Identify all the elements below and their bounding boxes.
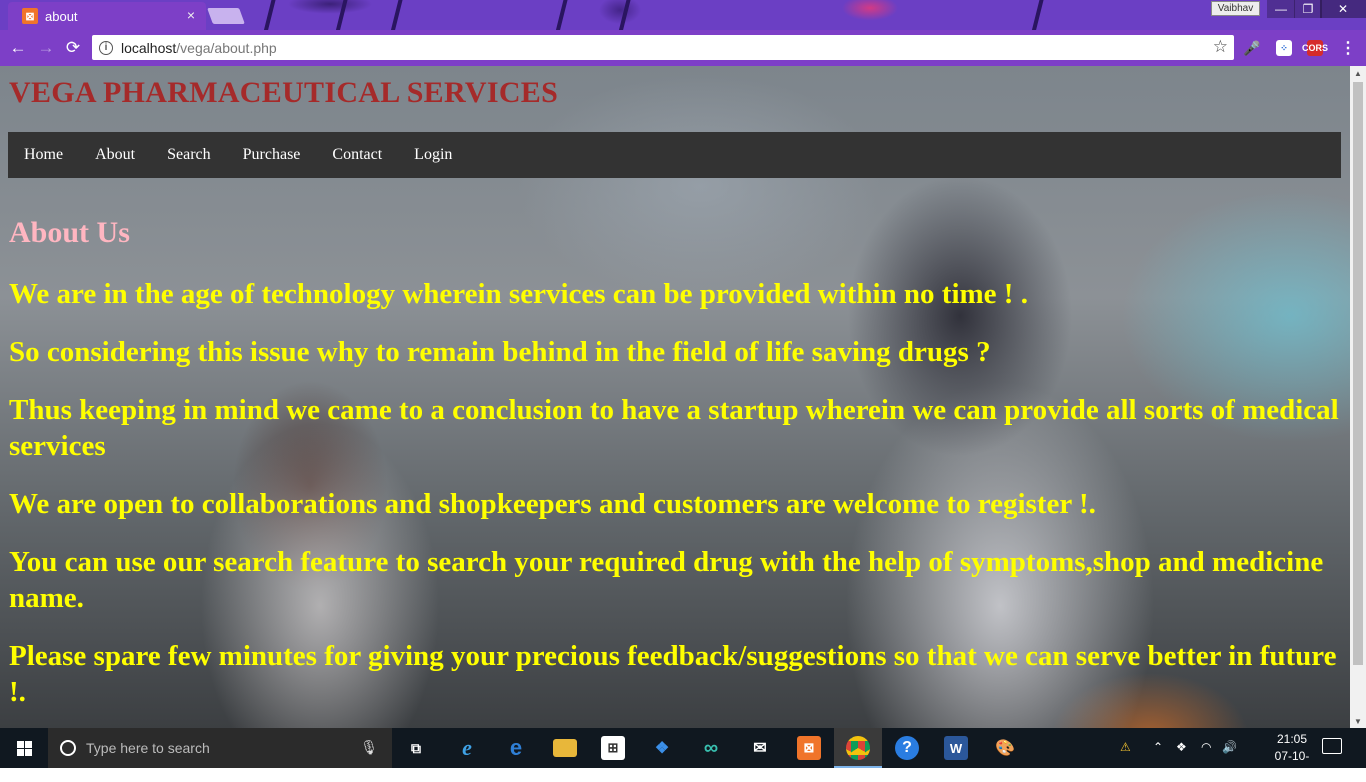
profile-button[interactable]: Vaibhav bbox=[1211, 1, 1260, 16]
paint-icon[interactable]: 🎨 bbox=[993, 736, 1017, 760]
menu-icon[interactable]: ⋮ bbox=[1340, 40, 1356, 57]
nav-about[interactable]: About bbox=[79, 132, 151, 178]
search-placeholder: Type here to search bbox=[86, 740, 210, 756]
about-paragraph: Please spare few minutes for giving your… bbox=[9, 640, 1337, 708]
wallpaper-decoration bbox=[390, 0, 404, 30]
tab-title: about bbox=[45, 8, 78, 24]
clock-date: 07-10-2017 bbox=[1274, 749, 1310, 780]
browser-toolbar: ← → ⟳ i localhost/vega/about.php ☆ 🎤 ⁘ C… bbox=[0, 30, 1366, 66]
scroll-up-icon[interactable]: ▲ bbox=[1350, 66, 1366, 80]
about-paragraph: So considering this issue why to remain … bbox=[9, 336, 991, 368]
start-button[interactable] bbox=[0, 728, 48, 768]
windows-update-icon[interactable]: ⚠ bbox=[1120, 740, 1131, 754]
main-navbar: Home About Search Purchase Contact Login bbox=[8, 132, 1341, 178]
scrollbar-thumb[interactable] bbox=[1353, 82, 1363, 665]
clock-time: 21:05 bbox=[1276, 732, 1308, 746]
windows-logo-icon bbox=[16, 740, 32, 756]
nav-home[interactable]: Home bbox=[8, 132, 79, 178]
xampp-icon[interactable]: ⊠ bbox=[797, 736, 821, 760]
wallpaper-decoration bbox=[618, 0, 632, 30]
page-viewport: VEGA PHARMACEUTICAL SERVICES Home About … bbox=[0, 66, 1350, 728]
wallpaper-decoration bbox=[555, 0, 569, 30]
chrome-icon[interactable] bbox=[846, 736, 870, 760]
store-icon[interactable]: ⊞ bbox=[601, 736, 625, 760]
wallpaper-decoration bbox=[335, 0, 349, 30]
url-path: /vega/about.php bbox=[176, 39, 277, 56]
minimize-button[interactable]: — bbox=[1267, 0, 1295, 18]
about-paragraph: We are open to collaborations and shopke… bbox=[9, 488, 1096, 520]
help-icon[interactable]: ? bbox=[895, 736, 919, 760]
wallpaper-decoration bbox=[263, 0, 277, 30]
forward-button[interactable]: → bbox=[36, 38, 56, 58]
nav-search[interactable]: Search bbox=[151, 132, 227, 178]
back-button[interactable]: ← bbox=[8, 38, 28, 58]
tab-close-icon[interactable]: × bbox=[187, 7, 195, 23]
close-window-button[interactable]: ✕ bbox=[1320, 0, 1366, 18]
new-tab-button[interactable] bbox=[207, 8, 245, 24]
windows-taskbar: Type here to search 🎙 ⧉ e e ⊞ ❖ ∞ ✉ ⊠ ? … bbox=[0, 728, 1366, 780]
cortana-icon bbox=[60, 740, 76, 756]
wallpaper-decoration bbox=[1031, 0, 1045, 30]
nav-contact[interactable]: Contact bbox=[316, 132, 398, 178]
about-heading: About Us bbox=[9, 216, 130, 249]
taskbar-clock[interactable]: 21:05 07-10-2017 bbox=[1262, 731, 1322, 782]
cors-icon[interactable]: CORS bbox=[1302, 40, 1328, 56]
dropbox-icon[interactable]: ⁘ bbox=[1276, 40, 1292, 56]
word-icon[interactable]: W bbox=[944, 736, 968, 760]
volume-icon[interactable]: 🔊 bbox=[1222, 740, 1237, 754]
task-view-icon[interactable]: ⧉ bbox=[404, 736, 428, 760]
infinity-icon[interactable]: ∞ bbox=[699, 736, 723, 760]
about-paragraph: You can use our search feature to search… bbox=[9, 546, 1324, 614]
action-center-icon[interactable] bbox=[1322, 738, 1342, 754]
internet-explorer-icon[interactable]: e bbox=[455, 735, 479, 760]
dropbox-tray-icon[interactable]: ❖ bbox=[1176, 740, 1187, 754]
nav-login[interactable]: Login bbox=[398, 132, 468, 178]
mic-icon[interactable]: 🎤 bbox=[1243, 40, 1260, 56]
mail-icon[interactable]: ✉ bbox=[748, 736, 772, 760]
edge-icon[interactable]: e bbox=[504, 735, 528, 760]
site-info-icon[interactable]: i bbox=[99, 40, 113, 55]
browser-tab[interactable]: ⊠ about × bbox=[8, 2, 206, 30]
taskbar-search[interactable]: Type here to search 🎙 bbox=[48, 728, 392, 768]
show-hidden-icons-icon[interactable]: ⌃ bbox=[1153, 740, 1163, 754]
xampp-favicon-icon: ⊠ bbox=[22, 8, 38, 24]
page-scrollbar[interactable]: ▲ ▼ bbox=[1350, 66, 1366, 728]
about-paragraph: We are in the age of technology wherein … bbox=[9, 278, 1028, 310]
nav-purchase[interactable]: Purchase bbox=[227, 132, 317, 178]
file-explorer-icon[interactable] bbox=[553, 739, 577, 757]
wifi-icon[interactable]: ◠ bbox=[1201, 740, 1211, 754]
bookmark-star-icon[interactable]: ☆ bbox=[1213, 37, 1228, 57]
restore-button[interactable]: ❐ bbox=[1294, 0, 1322, 18]
about-content: We are in the age of technology wherein … bbox=[9, 276, 1339, 728]
about-paragraph: Thus keeping in mind we came to a conclu… bbox=[9, 394, 1339, 462]
address-bar[interactable]: i localhost/vega/about.php ☆ bbox=[92, 35, 1234, 60]
url-host: localhost bbox=[121, 39, 177, 56]
dropbox-taskbar-icon[interactable]: ❖ bbox=[650, 736, 674, 760]
microphone-icon[interactable]: 🎙 bbox=[360, 739, 378, 756]
reload-button[interactable]: ⟳ bbox=[63, 38, 83, 58]
site-title: VEGA PHARMACEUTICAL SERVICES bbox=[9, 76, 559, 109]
scroll-down-icon[interactable]: ▼ bbox=[1350, 714, 1366, 728]
browser-title-bar: ⊠ about × Vaibhav — ❐ ✕ bbox=[0, 0, 1366, 30]
